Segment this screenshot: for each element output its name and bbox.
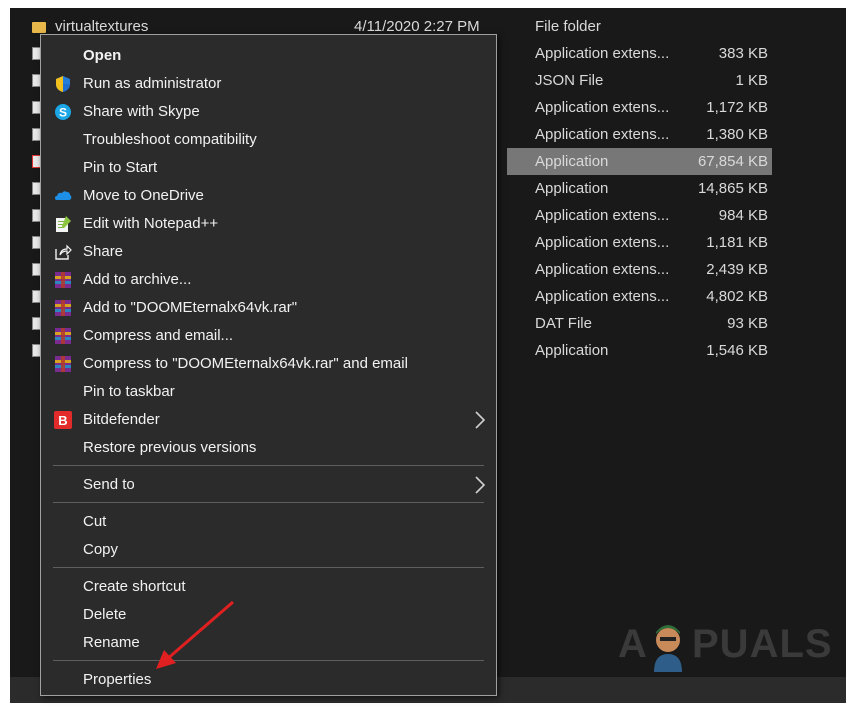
menu-item-label: Compress to "DOOMEternalx64vk.rar" and e… xyxy=(83,355,408,372)
watermark-text-right: PUALS xyxy=(692,622,833,666)
winrar-icon xyxy=(54,355,72,373)
menu-item-label: Move to OneDrive xyxy=(83,187,204,204)
appuals-mascot-icon xyxy=(644,620,692,682)
menu-item-label: Rename xyxy=(83,634,140,651)
menu-separator xyxy=(53,567,484,568)
file-size: 984 KB xyxy=(718,207,768,224)
file-type: DAT File xyxy=(535,315,592,332)
context-menu: Open Run as administrator S Share with Skyp… xyxy=(40,34,497,696)
menu-item-cut[interactable]: Cut xyxy=(41,508,496,536)
file-name: virtualtextures xyxy=(55,18,149,35)
menu-item-label: Send to xyxy=(83,476,135,493)
menu-item-pin-to-start[interactable]: Pin to Start xyxy=(41,154,496,182)
menu-item-send-to[interactable]: Send to xyxy=(41,471,496,499)
menu-item-edit-with-notepad[interactable]: Edit with Notepad++ xyxy=(41,210,496,238)
appuals-watermark: A PUALS xyxy=(618,620,833,672)
menu-item-move-to-onedrive[interactable]: Move to OneDrive xyxy=(41,182,496,210)
file-size: 67,854 KB xyxy=(697,153,768,170)
menu-item-label: Compress and email... xyxy=(83,327,234,344)
file-size: 4,802 KB xyxy=(706,288,768,305)
chevron-right-icon xyxy=(473,409,487,431)
file-type: Application extens... xyxy=(535,207,670,224)
folder-icon xyxy=(32,22,46,33)
file-type: Application xyxy=(535,342,609,359)
menu-item-label: Pin to taskbar xyxy=(83,383,175,400)
file-size: 14,865 KB xyxy=(697,180,768,197)
share-icon xyxy=(54,243,72,261)
menu-item-run-as-administrator[interactable]: Run as administrator xyxy=(41,70,496,98)
file-type: Application xyxy=(535,180,609,197)
winrar-icon xyxy=(54,271,72,289)
file-type: Application extens... xyxy=(535,126,670,143)
file-size: 383 KB xyxy=(718,45,768,62)
menu-item-label: Pin to Start xyxy=(83,159,158,176)
menu-item-rename[interactable]: Rename xyxy=(41,629,496,657)
menu-item-compress-to-doometernalx64vk-rar-and-email[interactable]: Compress to "DOOMEternalx64vk.rar" and e… xyxy=(41,350,496,378)
file-date: 4/11/2020 2:27 PM xyxy=(354,18,480,35)
notepad-plus-plus-icon xyxy=(54,215,72,233)
menu-item-label: Share with Skype xyxy=(83,103,200,120)
menu-item-add-to-archive[interactable]: Add to archive... xyxy=(41,266,496,294)
menu-item-create-shortcut[interactable]: Create shortcut xyxy=(41,573,496,601)
menu-item-restore-previous-versions[interactable]: Restore previous versions xyxy=(41,434,496,462)
menu-item-label: Run as administrator xyxy=(83,75,222,92)
svg-text:S: S xyxy=(59,106,67,120)
menu-item-label: Create shortcut xyxy=(83,578,186,595)
onedrive-icon xyxy=(54,187,72,205)
file-type: Application extens... xyxy=(535,45,670,62)
uac-shield-icon xyxy=(54,75,72,93)
file-type: Application extens... xyxy=(535,288,670,305)
file-type: Application extens... xyxy=(535,261,670,278)
file-size: 1,380 KB xyxy=(706,126,768,143)
menu-item-delete[interactable]: Delete xyxy=(41,601,496,629)
winrar-icon xyxy=(54,327,72,345)
menu-item-label: Edit with Notepad++ xyxy=(83,215,219,232)
menu-item-label: Cut xyxy=(83,513,107,530)
menu-item-add-to-doometernalx64vk-rar[interactable]: Add to "DOOMEternalx64vk.rar" xyxy=(41,294,496,322)
menu-item-label: Delete xyxy=(83,606,127,623)
menu-item-copy[interactable]: Copy xyxy=(41,536,496,564)
file-type: File folder xyxy=(535,18,601,35)
file-size: 2,439 KB xyxy=(706,261,768,278)
menu-item-properties[interactable]: Properties xyxy=(41,666,496,694)
menu-item-label: Share xyxy=(83,243,124,260)
menu-item-label: Copy xyxy=(83,541,119,558)
menu-separator xyxy=(53,660,484,661)
menu-item-pin-to-taskbar[interactable]: Pin to taskbar xyxy=(41,378,496,406)
menu-item-label: Add to archive... xyxy=(83,271,192,288)
winrar-icon xyxy=(54,299,72,317)
file-type: Application extens... xyxy=(535,234,670,251)
file-size: 1 KB xyxy=(735,72,768,89)
file-size: 93 KB xyxy=(727,315,768,332)
file-size: 1,181 KB xyxy=(706,234,768,251)
skype-icon: S xyxy=(54,103,72,121)
file-type: Application xyxy=(535,153,609,170)
menu-item-share-with-skype[interactable]: S Share with Skype xyxy=(41,98,496,126)
menu-item-compress-and-email[interactable]: Compress and email... xyxy=(41,322,496,350)
file-type: Application extens... xyxy=(535,99,670,116)
file-size: 1,172 KB xyxy=(706,99,768,116)
bitdefender-icon: B xyxy=(54,411,72,429)
menu-item-label: Properties xyxy=(83,671,152,688)
file-size: 1,546 KB xyxy=(706,342,768,359)
menu-item-troubleshoot-compatibility[interactable]: Troubleshoot compatibility xyxy=(41,126,496,154)
menu-item-bitdefender[interactable]: B Bitdefender xyxy=(41,406,496,434)
menu-separator xyxy=(53,502,484,503)
menu-item-open[interactable]: Open xyxy=(41,42,496,70)
file-type: JSON File xyxy=(535,72,604,89)
svg-text:B: B xyxy=(58,413,67,428)
menu-item-label: Add to "DOOMEternalx64vk.rar" xyxy=(83,299,298,316)
menu-item-label: Bitdefender xyxy=(83,411,160,428)
menu-separator xyxy=(53,465,484,466)
menu-item-label: Open xyxy=(83,47,122,64)
chevron-right-icon xyxy=(473,474,487,496)
menu-item-share[interactable]: Share xyxy=(41,238,496,266)
menu-item-label: Troubleshoot compatibility xyxy=(83,131,257,148)
menu-item-label: Restore previous versions xyxy=(83,439,257,456)
